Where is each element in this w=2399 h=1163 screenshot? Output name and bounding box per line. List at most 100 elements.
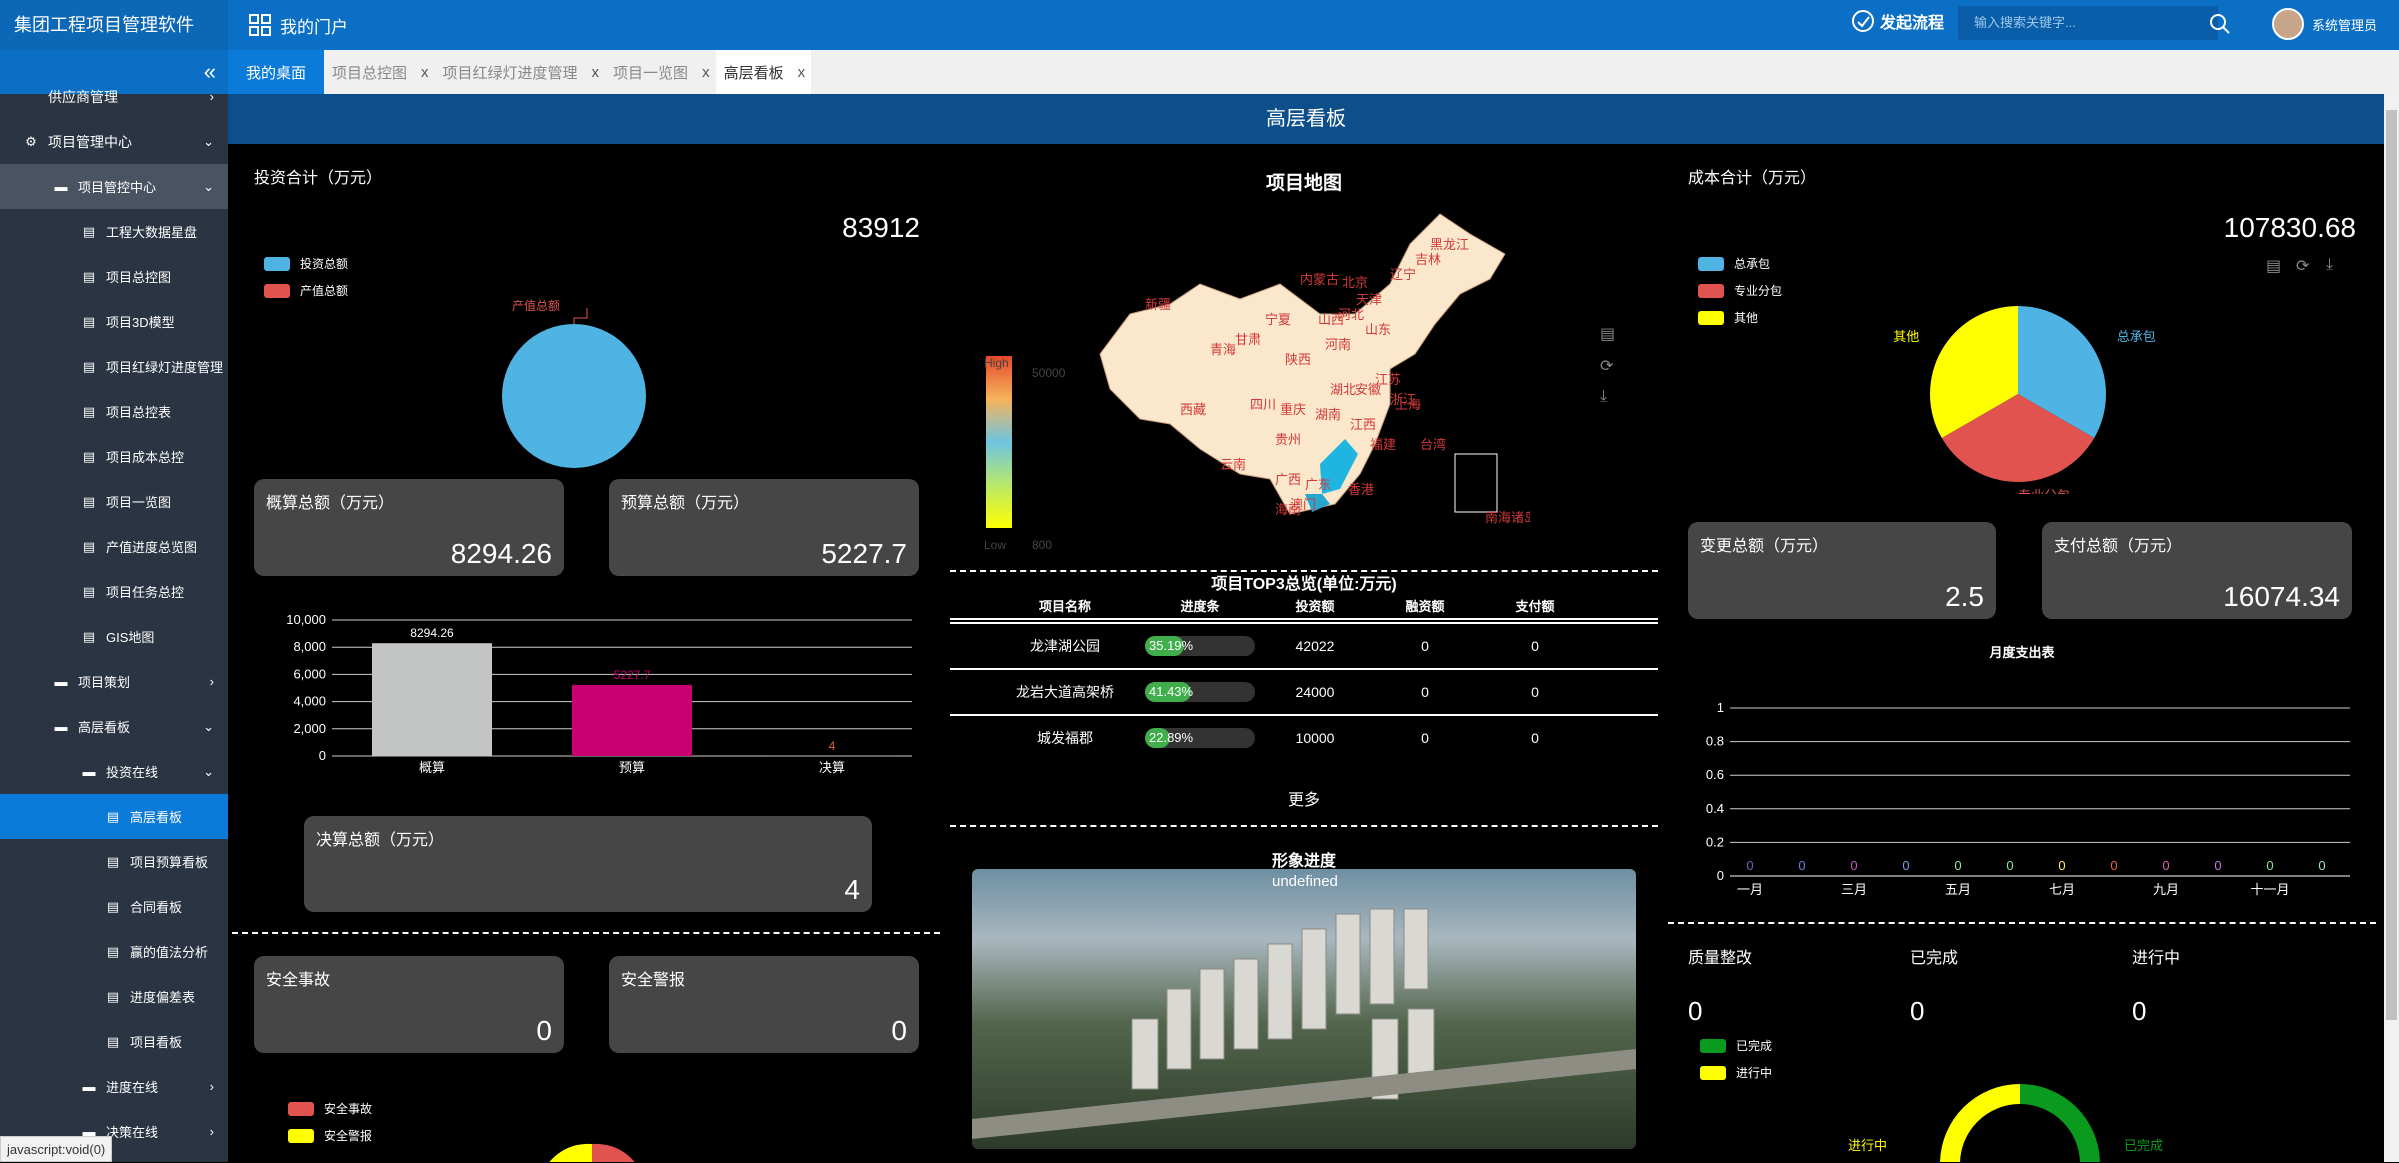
- legend-item[interactable]: 投资总额: [264, 250, 348, 277]
- sidebar-item[interactable]: ▤合同看板: [0, 884, 228, 929]
- sidebar-item[interactable]: ▤进度偏差表: [0, 974, 228, 1019]
- table-cell: 24000: [1260, 684, 1370, 700]
- table-row[interactable]: 城发福郡22.89%1000000: [950, 714, 1658, 760]
- visual-map-gradient[interactable]: [986, 356, 1012, 528]
- close-icon[interactable]: x: [421, 64, 429, 81]
- sidebar-item[interactable]: ▤赢的值法分析: [0, 929, 228, 974]
- sidebar-item-label: 项目总控图: [106, 267, 171, 286]
- folder-icon: ▬: [80, 764, 98, 779]
- close-icon[interactable]: x: [702, 64, 710, 81]
- legend-item[interactable]: 已完成: [1700, 1032, 1772, 1059]
- monthly-title: 月度支出表: [1668, 642, 2376, 661]
- doc-icon: ▤: [80, 494, 98, 510]
- table-row[interactable]: 龙岩大道高架桥41.43%2400000: [950, 668, 1658, 714]
- sidebar-item[interactable]: ⚙项目管理中心⌄: [0, 119, 228, 164]
- user-menu[interactable]: 系统管理员: [2272, 8, 2377, 40]
- budget-card: 预算总额（万元） 5227.7: [609, 479, 919, 576]
- folder-icon: ▬: [52, 179, 70, 194]
- y-tick-label: 0.8: [1706, 734, 1724, 749]
- sidebar-item[interactable]: ▤项目任务总控: [0, 569, 228, 614]
- download-icon[interactable]: ⤓: [2326, 256, 2333, 274]
- bar[interactable]: [572, 685, 692, 756]
- province-label: 台湾: [1420, 437, 1446, 452]
- restore-icon[interactable]: ⟳: [2296, 256, 2309, 276]
- sidebar-item[interactable]: ▬高层看板⌄: [0, 704, 228, 749]
- sidebar-item[interactable]: ▤高层看板: [0, 794, 228, 839]
- search-icon[interactable]: [2208, 12, 2232, 36]
- sidebar-item[interactable]: ▤GIS地图: [0, 614, 228, 659]
- column-header: 进度条: [1140, 596, 1260, 615]
- tab[interactable]: 项目一览图x: [605, 50, 716, 94]
- pie-label: 专业分包: [2018, 488, 2070, 494]
- download-icon[interactable]: ⤓: [1600, 388, 1607, 406]
- sidebar-item[interactable]: ▤项目红绿灯进度管理: [0, 344, 228, 389]
- folder-icon: ▬: [52, 674, 70, 689]
- cost-total: 107830.68: [2224, 212, 2356, 244]
- sidebar-item[interactable]: ▤项目总控表: [0, 389, 228, 434]
- sidebar-item[interactable]: ▤项目成本总控: [0, 434, 228, 479]
- pie-label: 总承包: [2117, 329, 2156, 344]
- more-link[interactable]: 更多: [950, 786, 1658, 810]
- tab[interactable]: 我的桌面: [228, 50, 324, 94]
- sidebar-item[interactable]: ▬进度在线›: [0, 1064, 228, 1109]
- sidebar-item-label: 赢的值法分析: [130, 942, 208, 961]
- province-label: 四川: [1250, 397, 1276, 412]
- cost-title: 成本合计（万元）: [1688, 164, 1816, 188]
- legend-item[interactable]: 进行中: [1700, 1059, 1772, 1086]
- table-cell: 0: [1480, 638, 1590, 654]
- sidebar-item[interactable]: ▤项目3D模型: [0, 299, 228, 344]
- legend-item[interactable]: 专业分包: [1698, 277, 1782, 304]
- province-label: 南海诸岛: [1485, 510, 1530, 525]
- pie-slice-accident: [592, 1144, 642, 1162]
- scrollbar-thumb[interactable]: [2386, 110, 2397, 1020]
- table-cell: 0: [1370, 730, 1480, 746]
- pie-label: 其他: [1893, 329, 1919, 344]
- sidebar-item-label: 工程大数据星盘: [106, 222, 197, 241]
- x-tick-label: 十一月: [2250, 882, 2289, 897]
- tab[interactable]: 项目红绿灯进度管理x: [435, 50, 606, 94]
- legend-item[interactable]: 其他: [1698, 304, 1782, 331]
- data-view-icon[interactable]: ▤: [2266, 256, 2281, 276]
- portal-link[interactable]: 我的门户: [248, 0, 348, 50]
- monthly-line-chart: 00.20.40.60.81000000000000一月三月五月七月九月十一月: [1668, 684, 2376, 904]
- point-label: 0: [1902, 858, 1909, 873]
- sidebar-item[interactable]: 供应商管理›: [0, 74, 228, 119]
- legend-item[interactable]: 产值总额: [264, 277, 348, 304]
- sidebar-item[interactable]: ▤项目一览图: [0, 479, 228, 524]
- legend-item[interactable]: 总承包: [1698, 250, 1782, 277]
- legend-item[interactable]: 安全事故: [288, 1095, 372, 1122]
- start-flow-button[interactable]: 发起流程: [1850, 8, 1944, 34]
- sidebar-item[interactable]: ▤产值进度总览图: [0, 524, 228, 569]
- sidebar-item[interactable]: ▬投资在线⌄: [0, 749, 228, 794]
- tab[interactable]: 项目总控图x: [324, 50, 435, 94]
- sidebar-item-label: 高层看板: [130, 807, 182, 826]
- doc-icon: ▤: [80, 224, 98, 240]
- close-icon[interactable]: x: [592, 64, 600, 81]
- gear-icon: ⚙: [22, 134, 40, 150]
- image-alt-text: undefined: [1272, 873, 1338, 890]
- search-input[interactable]: 输入搜索关键字...: [1958, 6, 2218, 40]
- restore-icon[interactable]: ⟳: [1600, 356, 1613, 376]
- sidebar-item[interactable]: ▬项目策划›: [0, 659, 228, 704]
- bar-value-label: 5227.7: [614, 668, 651, 682]
- bar[interactable]: [372, 643, 492, 756]
- sidebar-item-label: 项目总控表: [106, 402, 171, 421]
- table-row[interactable]: 龙津湖公园35.19%4202200: [950, 622, 1658, 668]
- close-icon[interactable]: x: [798, 64, 806, 81]
- sidebar-item[interactable]: ▤项目预算看板: [0, 839, 228, 884]
- sidebar-item[interactable]: ▤项目看板: [0, 1019, 228, 1064]
- tab[interactable]: 高层看板x: [716, 50, 812, 94]
- sidebar-item[interactable]: ▬项目管控中心⌄: [0, 164, 228, 209]
- table-cell: 10000: [1260, 730, 1370, 746]
- table-cell: 0: [1480, 684, 1590, 700]
- legend-item[interactable]: 安全警报: [288, 1122, 372, 1149]
- top3-title: 项目TOP3总览(单位:万元): [950, 570, 1658, 594]
- province-label: 陕西: [1285, 352, 1311, 367]
- sidebar-item[interactable]: ▤项目总控图: [0, 254, 228, 299]
- x-tick-label: 预算: [619, 760, 645, 774]
- data-view-icon[interactable]: ▤: [1600, 324, 1615, 344]
- sidebar-item[interactable]: ▤ 工程大数据星盘: [0, 209, 228, 254]
- change-card: 变更总额（万元） 2.5: [1688, 522, 1996, 619]
- progress-label: 22.89%: [1149, 730, 1193, 745]
- china-map[interactable]: 新疆西藏青海甘肃四川云南宁夏陕西内蒙古山西河北北京天津辽宁吉林黑龙江山东河南湖北…: [1090, 204, 1530, 534]
